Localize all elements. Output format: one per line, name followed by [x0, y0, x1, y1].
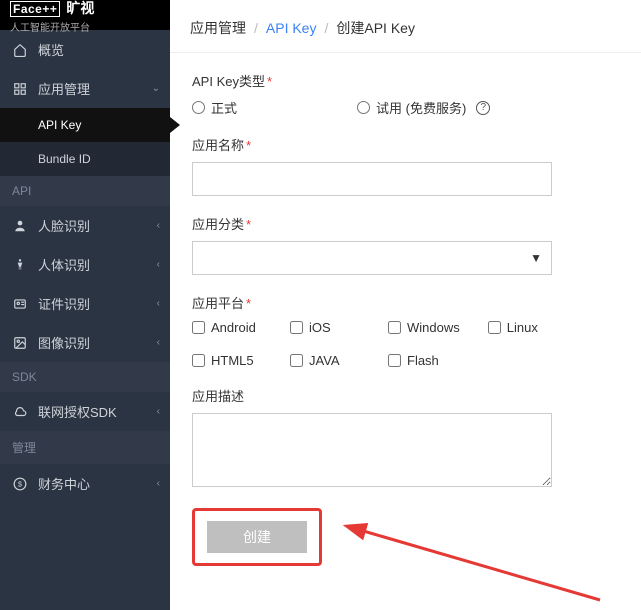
chevron-down-icon: ⌄: [152, 83, 160, 94]
radio-label: 正式: [211, 98, 237, 117]
create-button[interactable]: 创建: [207, 521, 307, 553]
sidebar-item-cert[interactable]: 证件识别 ‹: [0, 284, 170, 323]
checkbox-android[interactable]: Android: [192, 320, 262, 335]
desc-textarea[interactable]: [192, 413, 552, 487]
sidebar-item-label: API Key: [38, 118, 81, 132]
platform-label: 应用平台*: [192, 293, 619, 312]
sidebar-item-body[interactable]: 人体识别 ‹: [0, 245, 170, 284]
checkbox-java[interactable]: JAVA: [290, 353, 360, 368]
chevron-left-icon: ‹: [157, 406, 160, 417]
apps-icon: [12, 81, 28, 97]
body-icon: [12, 257, 28, 273]
desc-label: 应用描述: [192, 386, 619, 405]
checkbox-html5[interactable]: HTML5: [192, 353, 262, 368]
annotation-highlight-box: 创建: [192, 508, 322, 566]
chevron-left-icon: ‹: [157, 337, 160, 348]
image-icon: [12, 335, 28, 351]
sidebar-item-label: 财务中心: [38, 474, 90, 493]
sidebar-item-face[interactable]: 人脸识别 ‹: [0, 206, 170, 245]
brand-name: Face++: [10, 1, 60, 17]
chevron-left-icon: ‹: [157, 220, 160, 231]
breadcrumb-appmgmt[interactable]: 应用管理: [190, 18, 246, 38]
sidebar-item-label: 联网授权SDK: [38, 402, 117, 421]
checkbox-linux[interactable]: Linux: [488, 320, 558, 335]
appname-label: 应用名称*: [192, 135, 619, 154]
sidebar-section-mgmt: 管理: [0, 431, 170, 464]
category-select[interactable]: [192, 241, 552, 275]
sidebar-item-label: Bundle ID: [38, 152, 91, 166]
brand-megvii: 旷视: [66, 0, 94, 18]
sidebar-item-label: 概览: [38, 40, 64, 59]
sidebar-item-sdk[interactable]: 联网授权SDK ‹: [0, 392, 170, 431]
chevron-left-icon: ‹: [157, 259, 160, 270]
id-card-icon: [12, 296, 28, 312]
home-icon: [12, 42, 28, 58]
breadcrumb: 应用管理 / API Key / 创建API Key: [170, 0, 641, 53]
checkbox-windows[interactable]: Windows: [388, 320, 460, 335]
checkbox-ios[interactable]: iOS: [290, 320, 360, 335]
sidebar-item-image[interactable]: 图像识别 ‹: [0, 323, 170, 362]
appname-input[interactable]: [192, 162, 552, 196]
sidebar-item-label: 人脸识别: [38, 216, 90, 235]
sidebar-submenu-appmgmt: API Key Bundle ID: [0, 108, 170, 176]
cloud-icon: [12, 404, 28, 420]
sidebar-item-finance[interactable]: $ 财务中心 ‹: [0, 464, 170, 503]
chevron-left-icon: ‹: [157, 478, 160, 489]
svg-text:$: $: [18, 481, 22, 488]
brand: Face++ 旷视 人工智能开放平台: [0, 0, 170, 30]
sidebar-item-label: 人体识别: [38, 255, 90, 274]
sidebar: Face++ 旷视 人工智能开放平台 概览 应用管理 ⌄ API Key Bun…: [0, 0, 170, 610]
sidebar-item-overview[interactable]: 概览: [0, 30, 170, 69]
chevron-left-icon: ‹: [157, 298, 160, 309]
breadcrumb-sep: /: [254, 20, 258, 36]
radio-trial[interactable]: 试用 (免费服务) ?: [357, 98, 490, 117]
dollar-icon: $: [12, 476, 28, 492]
sidebar-item-label: 应用管理: [38, 79, 90, 98]
category-label: 应用分类*: [192, 214, 619, 233]
type-label: API Key类型*: [192, 71, 619, 90]
radio-formal-input[interactable]: [192, 101, 205, 114]
breadcrumb-sep: /: [324, 20, 328, 36]
radio-label: 试用 (免费服务): [376, 98, 466, 117]
breadcrumb-apikey[interactable]: API Key: [266, 20, 317, 36]
sidebar-item-appmgmt[interactable]: 应用管理 ⌄: [0, 69, 170, 108]
sidebar-section-sdk: SDK: [0, 362, 170, 392]
sidebar-item-label: 图像识别: [38, 333, 90, 352]
create-apikey-form: API Key类型* 正式 试用 (免费服务) ? 应用名称*: [170, 53, 641, 602]
sidebar-section-api: API: [0, 176, 170, 206]
checkbox-flash[interactable]: Flash: [388, 353, 458, 368]
main-content: 应用管理 / API Key / 创建API Key API Key类型* 正式…: [170, 0, 641, 610]
help-icon[interactable]: ?: [476, 101, 490, 115]
person-icon: [12, 218, 28, 234]
radio-trial-input[interactable]: [357, 101, 370, 114]
sidebar-item-apikey[interactable]: API Key: [0, 108, 170, 142]
breadcrumb-create: 创建API Key: [336, 18, 415, 38]
sidebar-item-bundleid[interactable]: Bundle ID: [0, 142, 170, 176]
radio-formal[interactable]: 正式: [192, 98, 237, 117]
sidebar-item-label: 证件识别: [38, 294, 90, 313]
